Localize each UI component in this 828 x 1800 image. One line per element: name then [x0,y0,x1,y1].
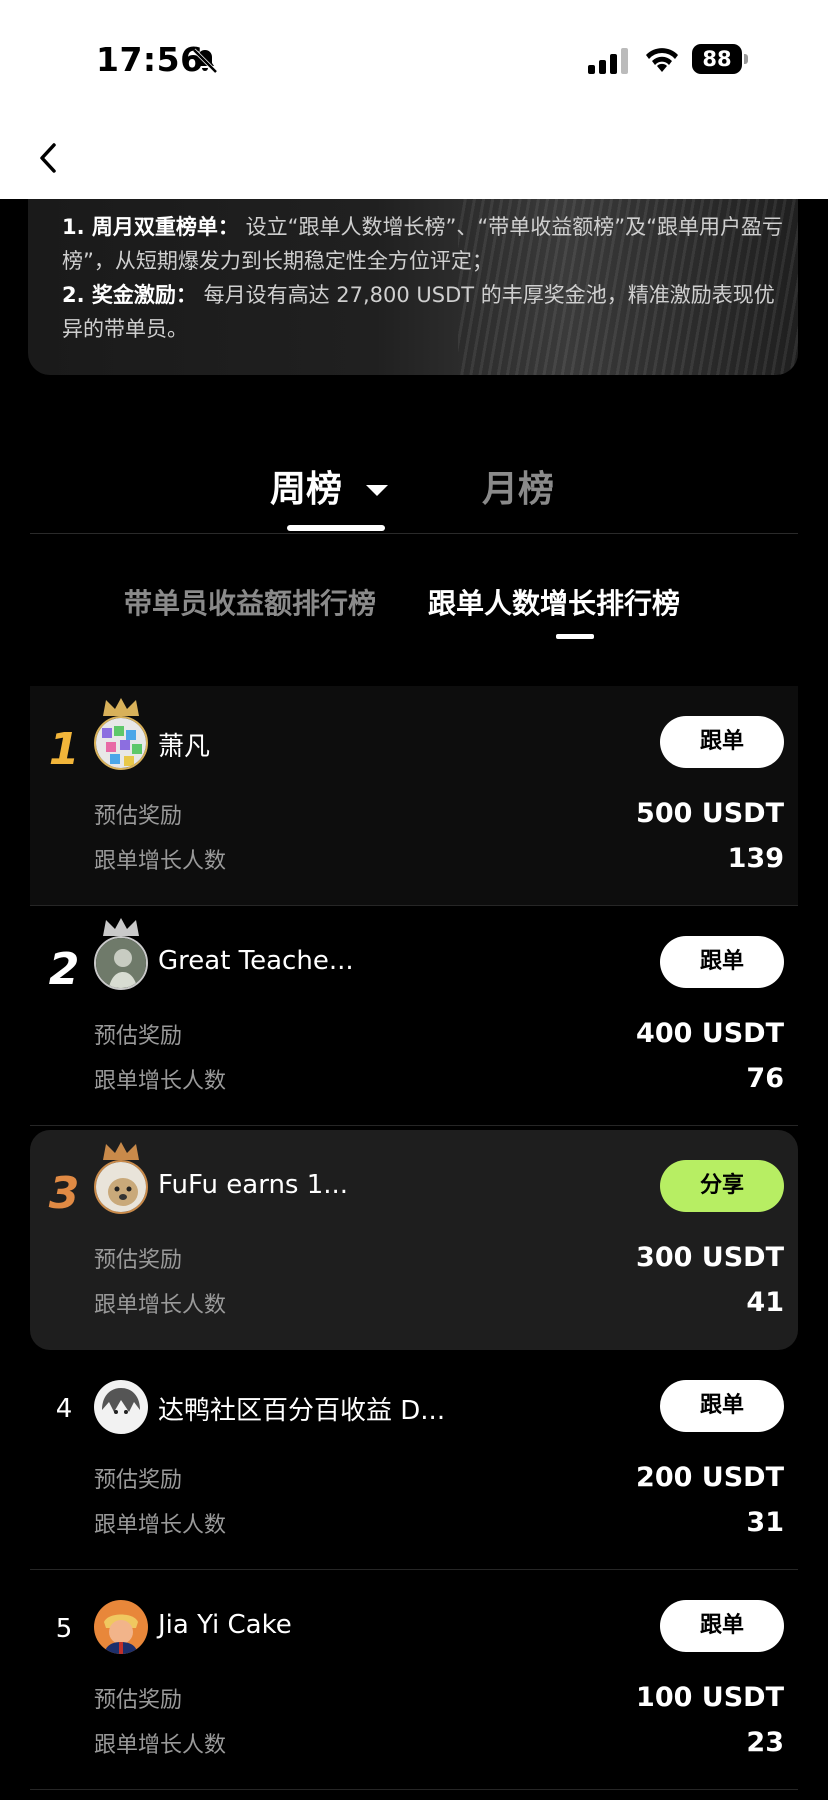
trader-name[interactable]: 萧凡 [158,726,210,763]
reward-value: 200 USDT [636,1462,784,1493]
crown-icon [103,1142,139,1160]
intro-text: 1. 周月双重榜单： 设立“跟单人数增长榜”、“带单收益额榜”及“跟单用户盈亏榜… [62,210,792,346]
growth-label: 跟单增长人数 [94,1733,227,1758]
caret-down-icon[interactable] [366,485,388,496]
avatar[interactable] [94,716,148,770]
period-tabs: 周榜 月榜 [0,460,828,530]
leaderboard-list: 1 萧凡 跟单 预估奖励 500 USDT 跟单增长人数 139 2 Great… [30,686,798,1790]
growth-value: 76 [746,1063,784,1094]
avatar[interactable] [94,1600,148,1654]
follow-button[interactable]: 跟单 [660,1600,784,1652]
reward-label: 预估奖励 [94,1024,183,1049]
back-chevron-icon[interactable] [34,140,64,176]
growth-label: 跟单增长人数 [94,1069,227,1094]
follow-button[interactable]: 跟单 [660,716,784,768]
divider [30,533,798,534]
battery-level: 88 [692,44,742,74]
rank-number: 5 [55,1614,73,1644]
growth-value: 41 [746,1287,784,1318]
wifi-icon [646,48,678,72]
reward-value: 100 USDT [636,1682,784,1713]
tab-income-ranking[interactable]: 带单员收益额排行榜 [124,582,376,622]
rank-number: 2 [48,944,80,995]
trader-name[interactable]: FuFu earns 1... [158,1170,348,1200]
list-item-current-user[interactable]: 3 FuFu earns 1... 分享 预估奖励 300 USDT 跟单增长人… [30,1130,798,1350]
tab-weekly[interactable]: 周榜 [270,460,342,512]
follow-button[interactable]: 跟单 [660,936,784,988]
growth-label: 跟单增长人数 [94,1513,227,1538]
reward-label: 预估奖励 [94,1468,183,1493]
reward-label: 预估奖励 [94,1248,183,1273]
active-tab-indicator [287,525,385,531]
status-and-nav-bar: 17:56 88 [0,0,828,199]
intro-point-1-title: 1. 周月双重榜单： [62,215,239,239]
share-button[interactable]: 分享 [660,1160,784,1212]
battery-icon: 88 [692,44,748,74]
crown-icon [103,918,139,936]
trader-name[interactable]: Jia Yi Cake [158,1610,292,1640]
status-time: 17:56 [96,40,204,79]
avatar[interactable] [94,936,148,990]
intro-point-2-title: 2. 奖金激励： [62,283,197,307]
reward-value: 500 USDT [636,798,784,829]
follow-button[interactable]: 跟单 [660,1380,784,1432]
intro-card: 1. 周月双重榜单： 设立“跟单人数增长榜”、“带单收益额榜”及“跟单用户盈亏榜… [28,180,798,375]
crown-icon [103,698,139,716]
list-item[interactable]: 5 Jia Yi Cake 跟单 预估奖励 100 USDT 跟单增长人数 23 [30,1570,798,1790]
list-item[interactable]: 1 萧凡 跟单 预估奖励 500 USDT 跟单增长人数 139 [30,686,798,906]
rank-number: 4 [55,1394,73,1424]
reward-value: 400 USDT [636,1018,784,1049]
rank-number: 3 [48,1168,80,1219]
growth-value: 23 [746,1727,784,1758]
growth-value: 31 [746,1507,784,1538]
list-item[interactable]: 4 达鸭社区百分百收益 D... 跟单 预估奖励 200 USDT 跟单增长人数… [30,1350,798,1570]
tab-monthly[interactable]: 月榜 [482,460,554,512]
cellular-signal-icon [588,48,628,74]
list-item[interactable]: 2 Great Teache... 跟单 预估奖励 400 USDT 跟单增长人… [30,906,798,1126]
growth-label: 跟单增长人数 [94,1293,227,1318]
active-subtab-indicator [556,634,594,639]
trader-name[interactable]: Great Teache... [158,946,354,976]
rank-number: 1 [48,724,80,775]
growth-value: 139 [727,843,784,874]
reward-label: 预估奖励 [94,1688,183,1713]
trader-name[interactable]: 达鸭社区百分百收益 D... [158,1390,445,1427]
avatar[interactable] [94,1380,148,1434]
bell-muted-icon [192,48,218,74]
avatar[interactable] [94,1160,148,1214]
reward-value: 300 USDT [636,1242,784,1273]
reward-label: 预估奖励 [94,804,183,829]
growth-label: 跟单增长人数 [94,849,227,874]
tab-follower-growth-ranking[interactable]: 跟单人数增长排行榜 [428,582,680,622]
